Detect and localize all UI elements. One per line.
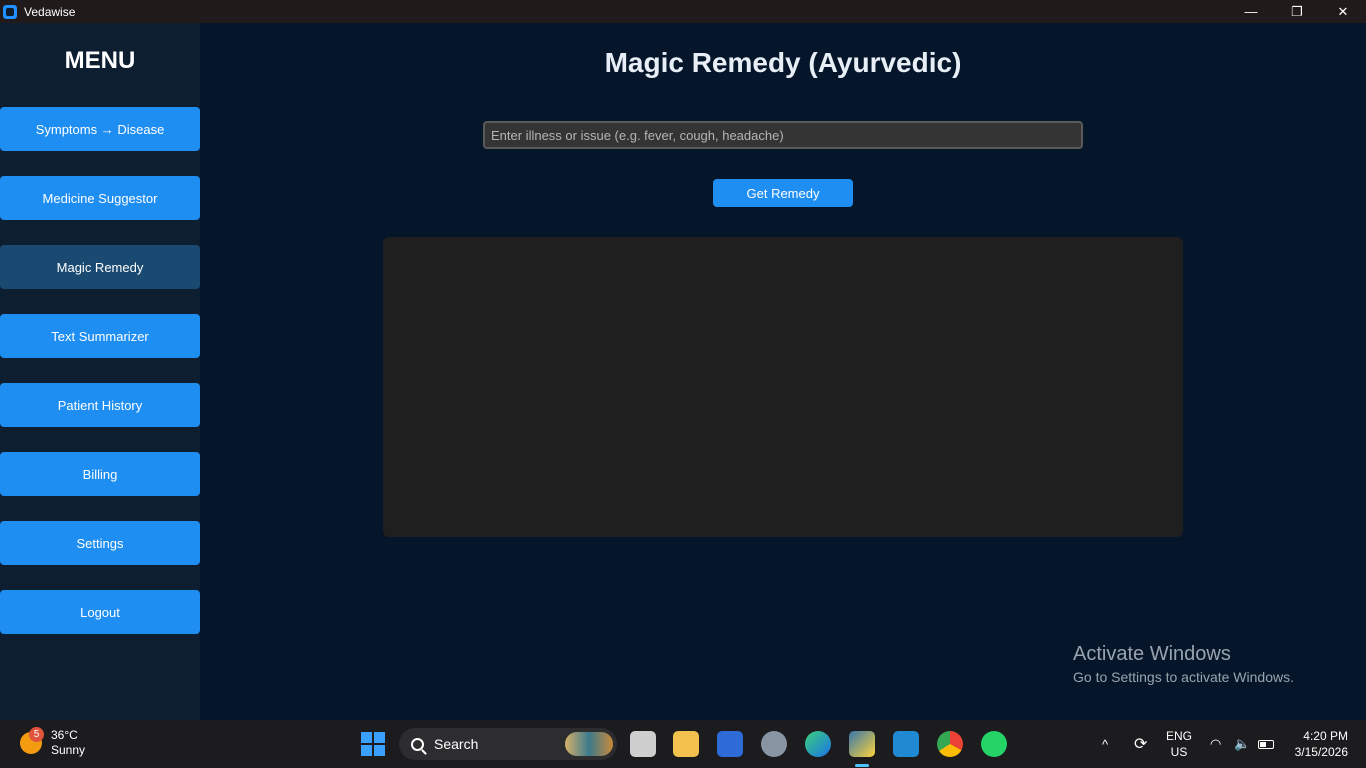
- region-code: US: [1170, 745, 1188, 759]
- wifi-icon[interactable]: ◠: [1210, 720, 1221, 768]
- sidebar-item-medicine-suggestor[interactable]: Medicine Suggestor: [0, 176, 200, 220]
- search-icon: [411, 737, 424, 751]
- sidebar-item-patient-history[interactable]: Patient History: [0, 383, 200, 427]
- weather-widget[interactable]: 5 36°C Sunny: [20, 727, 86, 758]
- remedy-result-box[interactable]: [383, 237, 1183, 537]
- illness-input[interactable]: [483, 121, 1083, 149]
- watermark-title: Activate Windows: [1073, 643, 1231, 665]
- language-indicator[interactable]: ENG US: [1166, 720, 1192, 768]
- main-content: Magic Remedy (Ayurvedic) Get Remedy Acti…: [200, 23, 1366, 720]
- settings-gear-icon[interactable]: [761, 731, 787, 757]
- page-title: Magic Remedy (Ayurvedic): [604, 47, 962, 78]
- whatsapp-icon[interactable]: [981, 731, 1007, 757]
- clock[interactable]: 4:20 PM 3/15/2026: [1290, 720, 1348, 768]
- sidebar-item-settings[interactable]: Settings: [0, 521, 200, 565]
- get-remedy-button[interactable]: Get Remedy: [713, 179, 853, 207]
- window-controls: — ❐ ✕: [1228, 0, 1366, 23]
- sidebar-item-text-summarizer[interactable]: Text Summarizer: [0, 314, 200, 358]
- activate-windows-watermark: Activate Windows Go to Settings to activ…: [1073, 643, 1294, 685]
- watermark-subtitle: Go to Settings to activate Windows.: [1073, 669, 1294, 685]
- sidebar-item-billing[interactable]: Billing: [0, 452, 200, 496]
- task-view-icon[interactable]: [630, 731, 656, 757]
- sidebar-item-logout[interactable]: Logout: [0, 590, 200, 634]
- windows-start-icon[interactable]: [361, 732, 385, 756]
- language-code: ENG: [1166, 729, 1193, 743]
- search-label: Search: [434, 736, 479, 752]
- microsoft-store-icon[interactable]: [717, 731, 743, 757]
- window-title: Vedawise: [24, 4, 76, 19]
- app-icon: [3, 4, 17, 19]
- chrome-icon[interactable]: [937, 731, 963, 757]
- battery-icon[interactable]: [1258, 720, 1274, 768]
- weather-temperature: 36°C: [51, 728, 78, 742]
- window-titlebar: Vedawise — ❐ ✕: [0, 0, 1366, 23]
- maximize-button[interactable]: ❐: [1274, 0, 1320, 23]
- weather-description: Sunny: [51, 743, 86, 757]
- minimize-button[interactable]: —: [1228, 0, 1274, 23]
- taskbar: 5 36°C Sunny Search ^ ⟳ ENG US ◠ 🔈 4:20 …: [0, 720, 1366, 768]
- search-highlight-image: [565, 732, 613, 756]
- sidebar-item-magic-remedy[interactable]: Magic Remedy: [0, 245, 200, 289]
- volume-icon[interactable]: 🔈: [1234, 720, 1250, 768]
- clock-time: 4:20 PM: [1303, 729, 1348, 743]
- sun-icon: 5: [20, 727, 44, 754]
- clock-date: 3/15/2026: [1294, 745, 1348, 759]
- chevron-up-icon[interactable]: ^: [1102, 720, 1108, 768]
- file-explorer-icon[interactable]: [673, 731, 699, 757]
- edge-browser-icon[interactable]: [805, 731, 831, 757]
- python-app-icon[interactable]: [849, 731, 875, 757]
- vscode-icon[interactable]: [893, 731, 919, 757]
- sidebar: MENU Symptoms → Disease Medicine Suggest…: [0, 23, 200, 720]
- close-button[interactable]: ✕: [1320, 0, 1366, 23]
- menu-title: MENU: [64, 47, 136, 74]
- taskbar-search[interactable]: Search: [399, 728, 617, 760]
- weather-badge: 5: [29, 727, 44, 742]
- sync-icon[interactable]: ⟳: [1134, 720, 1147, 768]
- sidebar-item-symptoms-disease[interactable]: Symptoms → Disease: [0, 107, 200, 151]
- active-app-indicator: [855, 764, 869, 767]
